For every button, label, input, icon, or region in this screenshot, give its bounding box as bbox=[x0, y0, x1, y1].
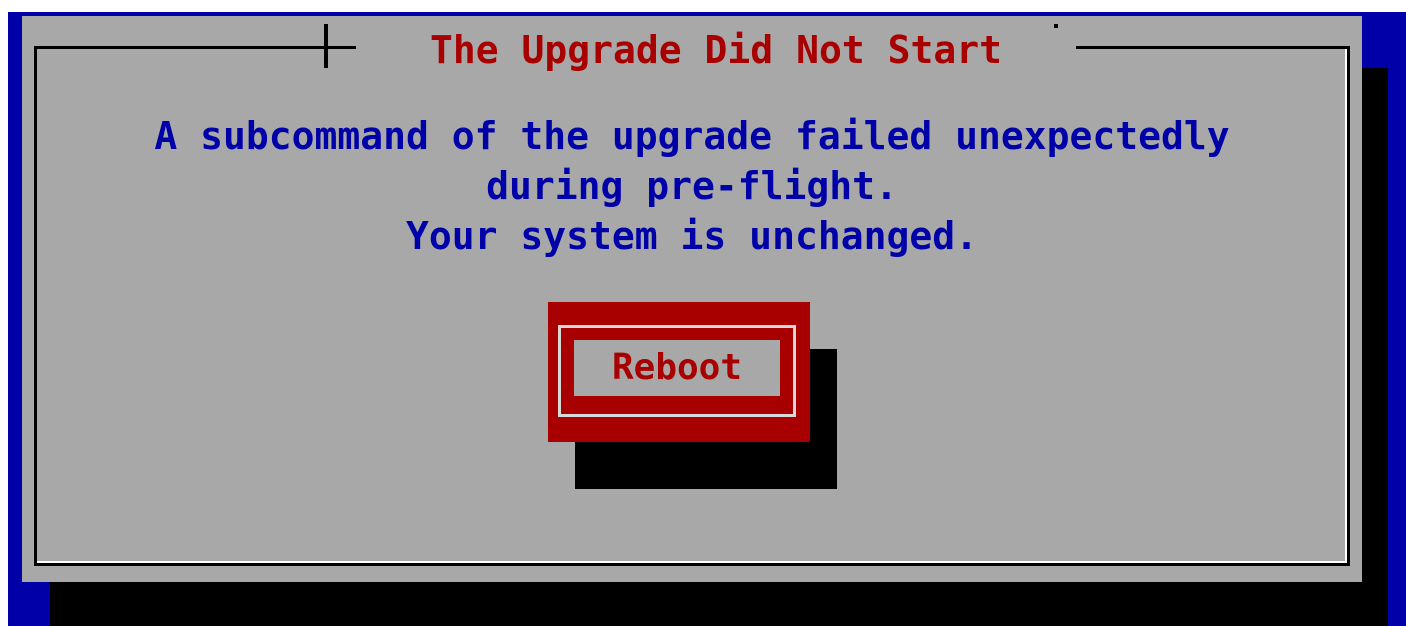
error-dialog: The Upgrade Did Not Start A subcommand o… bbox=[22, 16, 1362, 582]
message-line-1: A subcommand of the upgrade failed unexp… bbox=[154, 114, 1230, 158]
title-left-divider bbox=[324, 24, 328, 68]
message-line-2: during pre-flight. bbox=[486, 164, 898, 208]
screen: The Upgrade Did Not Start A subcommand o… bbox=[0, 0, 1406, 626]
reboot-button-label: Reboot bbox=[574, 340, 780, 396]
reboot-button[interactable]: Reboot bbox=[548, 302, 810, 442]
button-focus-frame: Reboot bbox=[558, 325, 796, 417]
message-line-3: Your system is unchanged. bbox=[406, 214, 978, 258]
dialog-title: The Upgrade Did Not Start bbox=[356, 28, 1076, 72]
